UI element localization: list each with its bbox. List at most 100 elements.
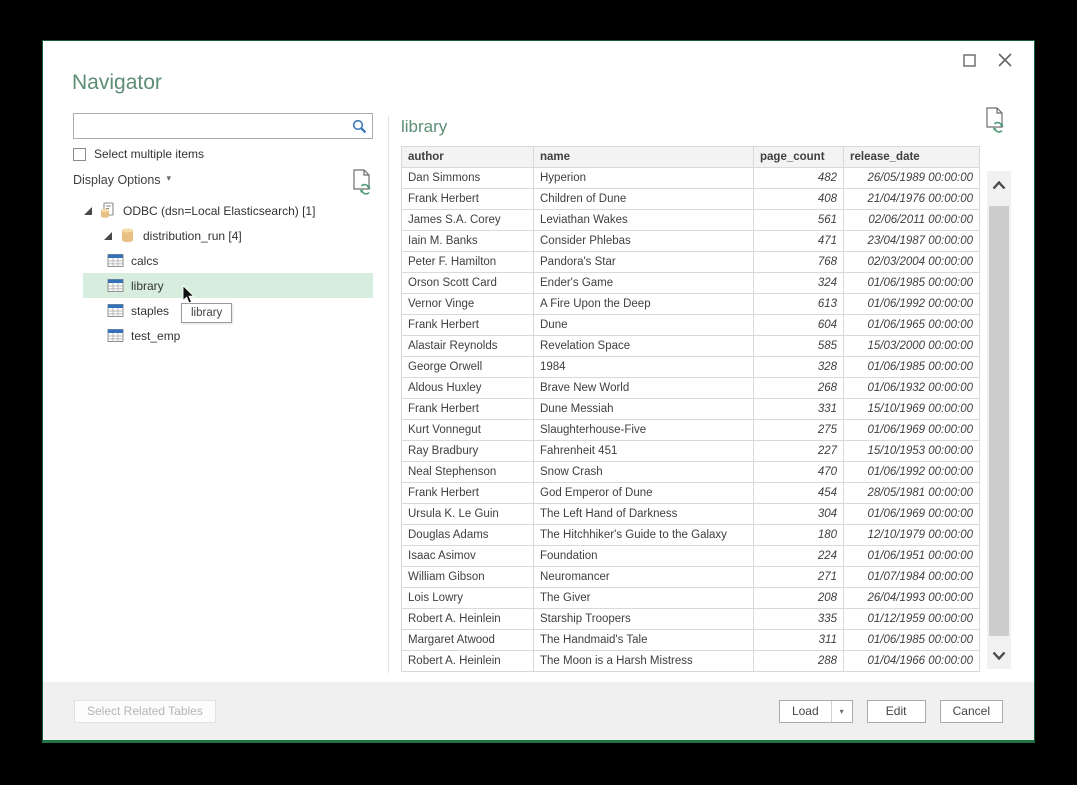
table-cell-page_count: 585 bbox=[754, 336, 844, 357]
table-cell-page_count: 604 bbox=[754, 315, 844, 336]
chevron-down-icon bbox=[992, 651, 1006, 660]
table-header-row: author name page_count release_date bbox=[402, 147, 980, 168]
table-cell-author: William Gibson bbox=[402, 567, 534, 588]
table-row: Kurt VonnegutSlaughterhouse-Five27501/06… bbox=[402, 420, 980, 441]
table-row: Lois LowryThe Giver20826/04/1993 00:00:0… bbox=[402, 588, 980, 609]
tree-item-test-emp[interactable]: test_emp bbox=[83, 323, 373, 348]
preview-scrollbar[interactable] bbox=[987, 171, 1011, 669]
table-cell-release_date: 21/04/1976 00:00:00 bbox=[844, 189, 980, 210]
table-cell-name: The Handmaid's Tale bbox=[534, 630, 754, 651]
table-cell-name: A Fire Upon the Deep bbox=[534, 294, 754, 315]
table-cell-page_count: 482 bbox=[754, 168, 844, 189]
refresh-icon[interactable] bbox=[351, 169, 373, 195]
page-title: Navigator bbox=[72, 71, 162, 95]
preview-table: author name page_count release_date Dan … bbox=[401, 146, 980, 672]
table-cell-author: Ray Bradbury bbox=[402, 441, 534, 462]
table-cell-name: Starship Troopers bbox=[534, 609, 754, 630]
table-row: Vernor VingeA Fire Upon the Deep61301/06… bbox=[402, 294, 980, 315]
tree-item-label: distribution_run [4] bbox=[143, 229, 242, 243]
scroll-down-button[interactable] bbox=[987, 645, 1011, 665]
footer-actions: Load ▾ Edit Cancel bbox=[779, 700, 1003, 723]
select-multiple-label: Select multiple items bbox=[94, 147, 204, 161]
table-cell-name: Slaughterhouse-Five bbox=[534, 420, 754, 441]
table-cell-author: Alastair Reynolds bbox=[402, 336, 534, 357]
tree-item-odbc-source[interactable]: ODBC (dsn=Local Elasticsearch) [1] bbox=[83, 198, 373, 223]
table-cell-page_count: 328 bbox=[754, 357, 844, 378]
table-cell-name: Dune bbox=[534, 315, 754, 336]
tree-item-label: library bbox=[131, 279, 164, 293]
tree-item-label: ODBC (dsn=Local Elasticsearch) [1] bbox=[123, 204, 315, 218]
table-cell-page_count: 335 bbox=[754, 609, 844, 630]
cancel-button[interactable]: Cancel bbox=[940, 700, 1003, 723]
refresh-icon[interactable] bbox=[984, 107, 1006, 133]
table-cell-author: Isaac Asimov bbox=[402, 546, 534, 567]
tooltip-text: library bbox=[191, 307, 222, 319]
tree-item-library[interactable]: library bbox=[83, 273, 373, 298]
select-related-tables-button[interactable]: Select Related Tables bbox=[74, 700, 216, 723]
table-cell-author: Kurt Vonnegut bbox=[402, 420, 534, 441]
table-cell-name: Hyperion bbox=[534, 168, 754, 189]
pane-divider bbox=[388, 116, 389, 673]
table-cell-name: The Left Hand of Darkness bbox=[534, 504, 754, 525]
search-box bbox=[73, 113, 373, 139]
table-cell-page_count: 304 bbox=[754, 504, 844, 525]
edit-button[interactable]: Edit bbox=[867, 700, 926, 723]
table-cell-author: Margaret Atwood bbox=[402, 630, 534, 651]
table-cell-release_date: 01/06/1951 00:00:00 bbox=[844, 546, 980, 567]
table-cell-release_date: 01/06/1969 00:00:00 bbox=[844, 504, 980, 525]
table-cell-release_date: 15/10/1969 00:00:00 bbox=[844, 399, 980, 420]
table-row: Isaac AsimovFoundation22401/06/1951 00:0… bbox=[402, 546, 980, 567]
preview-title: library bbox=[401, 117, 447, 137]
table-cell-page_count: 454 bbox=[754, 483, 844, 504]
table-cell-release_date: 15/03/2000 00:00:00 bbox=[844, 336, 980, 357]
table-cell-page_count: 613 bbox=[754, 294, 844, 315]
expand-triangle-icon[interactable] bbox=[103, 231, 113, 241]
column-header-author: author bbox=[402, 147, 534, 168]
expand-triangle-icon[interactable] bbox=[83, 206, 93, 216]
table-cell-name: Neuromancer bbox=[534, 567, 754, 588]
table-row: Robert A. HeinleinStarship Troopers33501… bbox=[402, 609, 980, 630]
tree-item-calcs[interactable]: calcs bbox=[83, 248, 373, 273]
table-row: Margaret AtwoodThe Handmaid's Tale31101/… bbox=[402, 630, 980, 651]
tree-item-label: staples bbox=[131, 304, 169, 318]
table-cell-release_date: 02/03/2004 00:00:00 bbox=[844, 252, 980, 273]
tree-item-distribution-run[interactable]: distribution_run [4] bbox=[83, 223, 373, 248]
table-cell-author: James S.A. Corey bbox=[402, 210, 534, 231]
search-icon[interactable] bbox=[346, 115, 372, 137]
scrollbar-thumb[interactable] bbox=[989, 206, 1009, 636]
table-row: Douglas AdamsThe Hitchhiker's Guide to t… bbox=[402, 525, 980, 546]
table-cell-author: Iain M. Banks bbox=[402, 231, 534, 252]
table-cell-release_date: 01/06/1992 00:00:00 bbox=[844, 294, 980, 315]
table-cell-name: 1984 bbox=[534, 357, 754, 378]
maximize-button[interactable] bbox=[958, 49, 980, 71]
table-cell-name: Brave New World bbox=[534, 378, 754, 399]
table-icon bbox=[107, 302, 124, 319]
select-multiple-checkbox[interactable] bbox=[73, 148, 86, 161]
table-cell-author: Neal Stephenson bbox=[402, 462, 534, 483]
table-cell-page_count: 768 bbox=[754, 252, 844, 273]
load-button[interactable]: Load bbox=[780, 701, 831, 722]
search-input[interactable] bbox=[74, 114, 346, 138]
column-header-release-date: release_date bbox=[844, 147, 980, 168]
display-options-dropdown[interactable]: Display Options ▾ bbox=[73, 173, 171, 187]
table-cell-page_count: 471 bbox=[754, 231, 844, 252]
table-row: Frank HerbertChildren of Dune40821/04/19… bbox=[402, 189, 980, 210]
table-cell-release_date: 01/12/1959 00:00:00 bbox=[844, 609, 980, 630]
table-cell-name: Snow Crash bbox=[534, 462, 754, 483]
table-icon bbox=[107, 252, 124, 269]
display-options-label: Display Options bbox=[73, 173, 161, 187]
table-cell-release_date: 01/06/1992 00:00:00 bbox=[844, 462, 980, 483]
load-dropdown-button[interactable]: ▾ bbox=[831, 701, 852, 722]
table-cell-release_date: 26/04/1993 00:00:00 bbox=[844, 588, 980, 609]
table-cell-release_date: 01/06/1985 00:00:00 bbox=[844, 357, 980, 378]
chevron-down-icon: ▾ bbox=[167, 173, 172, 184]
table-row: Ray BradburyFahrenheit 45122715/10/1953 … bbox=[402, 441, 980, 462]
close-icon bbox=[998, 53, 1012, 67]
close-button[interactable] bbox=[994, 49, 1016, 71]
table-cell-author: Frank Herbert bbox=[402, 189, 534, 210]
scroll-up-button[interactable] bbox=[987, 175, 1011, 195]
table-cell-name: Fahrenheit 451 bbox=[534, 441, 754, 462]
table-cell-release_date: 01/06/1932 00:00:00 bbox=[844, 378, 980, 399]
table-row: Alastair ReynoldsRevelation Space58515/0… bbox=[402, 336, 980, 357]
column-header-name: name bbox=[534, 147, 754, 168]
